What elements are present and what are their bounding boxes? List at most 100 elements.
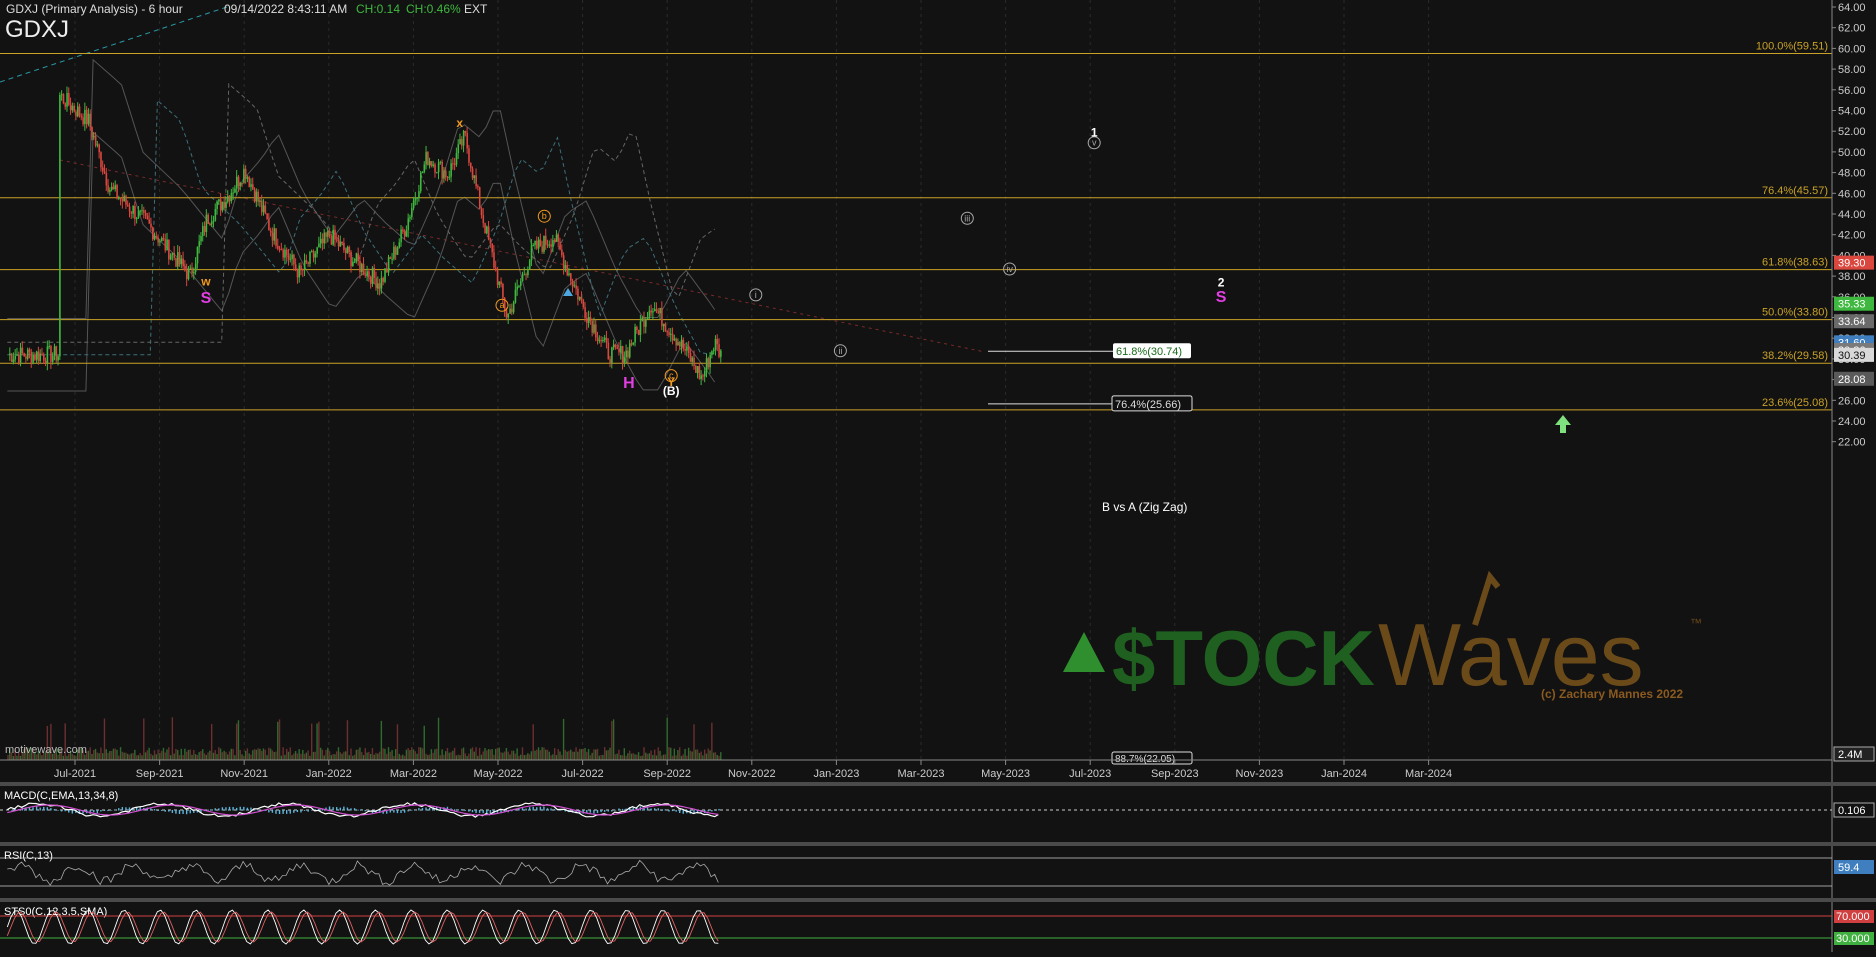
- price-tick-label[interactable]: 42.00: [1838, 230, 1866, 242]
- candle-body: [234, 188, 236, 193]
- volume-bar: [670, 747, 672, 760]
- candle-body: [214, 209, 217, 221]
- price-tick-label[interactable]: 62.00: [1838, 23, 1866, 35]
- time-tick-label[interactable]: Jul-2023: [1069, 768, 1111, 780]
- candle-body: [561, 249, 563, 256]
- volume-bar: [682, 754, 684, 760]
- candle-body: [705, 358, 708, 371]
- time-tick-label[interactable]: Jan-2024: [1321, 768, 1367, 780]
- volume-bar: [673, 748, 676, 760]
- price-tick-label[interactable]: 46.00: [1838, 188, 1866, 200]
- price-tick-label[interactable]: 38.00: [1838, 271, 1866, 283]
- time-tick-label[interactable]: Sep-2022: [643, 768, 691, 780]
- price-tick-label[interactable]: 26.00: [1838, 395, 1866, 407]
- price-tick-label[interactable]: 52.00: [1838, 126, 1866, 138]
- price-tick-label[interactable]: 24.00: [1838, 416, 1866, 428]
- candle-body: [425, 152, 427, 165]
- time-tick-label[interactable]: Jan-2022: [306, 768, 352, 780]
- volume-bar: [269, 748, 272, 760]
- price-tick-label[interactable]: 56.00: [1838, 85, 1866, 97]
- candle-body: [377, 283, 379, 289]
- macd-histogram-bar: [93, 810, 95, 813]
- price-tick-label[interactable]: 54.00: [1838, 106, 1866, 118]
- candle-body: [486, 226, 488, 234]
- time-tick-label[interactable]: Sep-2021: [136, 768, 184, 780]
- price-tick-label[interactable]: 44.00: [1838, 209, 1866, 221]
- price-tick-label[interactable]: 60.00: [1838, 43, 1866, 55]
- candle-body: [678, 342, 681, 347]
- price-tick-label[interactable]: 22.00: [1838, 437, 1866, 449]
- price-badge-label: 28.08: [1838, 374, 1866, 386]
- volume-bar: [718, 755, 720, 760]
- time-tick-label[interactable]: Nov-2023: [1236, 768, 1284, 780]
- candle-body: [327, 230, 329, 237]
- volume-bar: [652, 754, 654, 760]
- time-tick-label[interactable]: Jul-2022: [561, 768, 603, 780]
- macd-histogram-bar: [600, 810, 602, 813]
- volume-bar: [314, 751, 316, 760]
- volume-bar: [235, 723, 238, 760]
- volume-bar: [94, 748, 97, 760]
- time-tick-label[interactable]: Mar-2024: [1405, 768, 1452, 780]
- volume-bar: [412, 749, 415, 760]
- volume-bar: [334, 754, 336, 760]
- rsi-pane-label: RSI(C,13): [4, 850, 53, 862]
- time-tick-label[interactable]: Sep-2023: [1151, 768, 1199, 780]
- candle-body: [166, 239, 168, 251]
- candle-body: [28, 349, 31, 352]
- time-tick-label[interactable]: May-2023: [981, 768, 1030, 780]
- volume-bar: [307, 750, 309, 760]
- time-tick-label[interactable]: Nov-2021: [220, 768, 268, 780]
- pane-divider[interactable]: [0, 842, 1876, 846]
- candle-body: [634, 326, 636, 343]
- volume-bar: [632, 753, 634, 760]
- macd-histogram-bar: [43, 806, 45, 811]
- candle-body: [26, 349, 29, 359]
- fib-level-label: 100.0%(59.51): [1756, 40, 1828, 52]
- price-tick-label[interactable]: 50.00: [1838, 147, 1866, 159]
- candle-body: [271, 232, 274, 241]
- candle-body: [303, 260, 306, 271]
- time-tick-label[interactable]: Mar-2022: [390, 768, 437, 780]
- time-tick-label[interactable]: Mar-2023: [897, 768, 944, 780]
- price-tick-label[interactable]: 48.00: [1838, 168, 1866, 180]
- volume-bar: [453, 747, 456, 760]
- candle-body: [300, 265, 302, 270]
- volume-bar: [112, 748, 115, 760]
- candle-body: [80, 115, 83, 118]
- volume-bar: [291, 755, 293, 760]
- candle-body: [216, 201, 218, 210]
- time-tick-label[interactable]: May-2022: [474, 768, 523, 780]
- chart-window[interactable]: 100.0%(59.51) 76.4%(45.57) 61.8%(38.63) 50.…: [0, 0, 1876, 952]
- time-tick-label[interactable]: Nov-2022: [728, 768, 776, 780]
- candle-body: [382, 277, 385, 282]
- pane-divider[interactable]: [0, 898, 1876, 902]
- candle-body: [312, 251, 315, 258]
- macd-histogram-bar: [343, 806, 345, 811]
- volume-bar: [602, 754, 604, 760]
- volume-bar: [595, 749, 597, 760]
- candle-body: [570, 273, 572, 281]
- candle-body: [403, 231, 406, 237]
- time-tick-label[interactable]: Jul-2021: [54, 768, 96, 780]
- price-tick-label[interactable]: 64.00: [1838, 2, 1866, 14]
- volume-bar: [589, 755, 592, 760]
- macd-histogram-bar: [364, 810, 366, 812]
- candle-body: [389, 257, 392, 259]
- wave-label: b: [542, 211, 547, 221]
- time-tick-label[interactable]: Jan-2023: [813, 768, 859, 780]
- candle-body: [19, 347, 22, 363]
- volume-bar: [19, 755, 22, 760]
- volume-bar: [512, 750, 515, 760]
- volume-bar: [648, 753, 651, 760]
- wave-label: x: [456, 116, 463, 130]
- pane-divider[interactable]: [0, 782, 1876, 786]
- candle-body: [691, 357, 694, 362]
- price-tick-label[interactable]: 58.00: [1838, 64, 1866, 76]
- candle-body: [10, 353, 13, 362]
- price-chart[interactable]: 100.0%(59.51) 76.4%(45.57) 61.8%(38.63) 50.…: [0, 0, 1876, 952]
- candle-body: [76, 106, 79, 117]
- volume-bar: [193, 749, 195, 760]
- candle-body: [700, 375, 703, 380]
- watermark-credit: (c) Zachary Mannes 2022: [1541, 687, 1683, 701]
